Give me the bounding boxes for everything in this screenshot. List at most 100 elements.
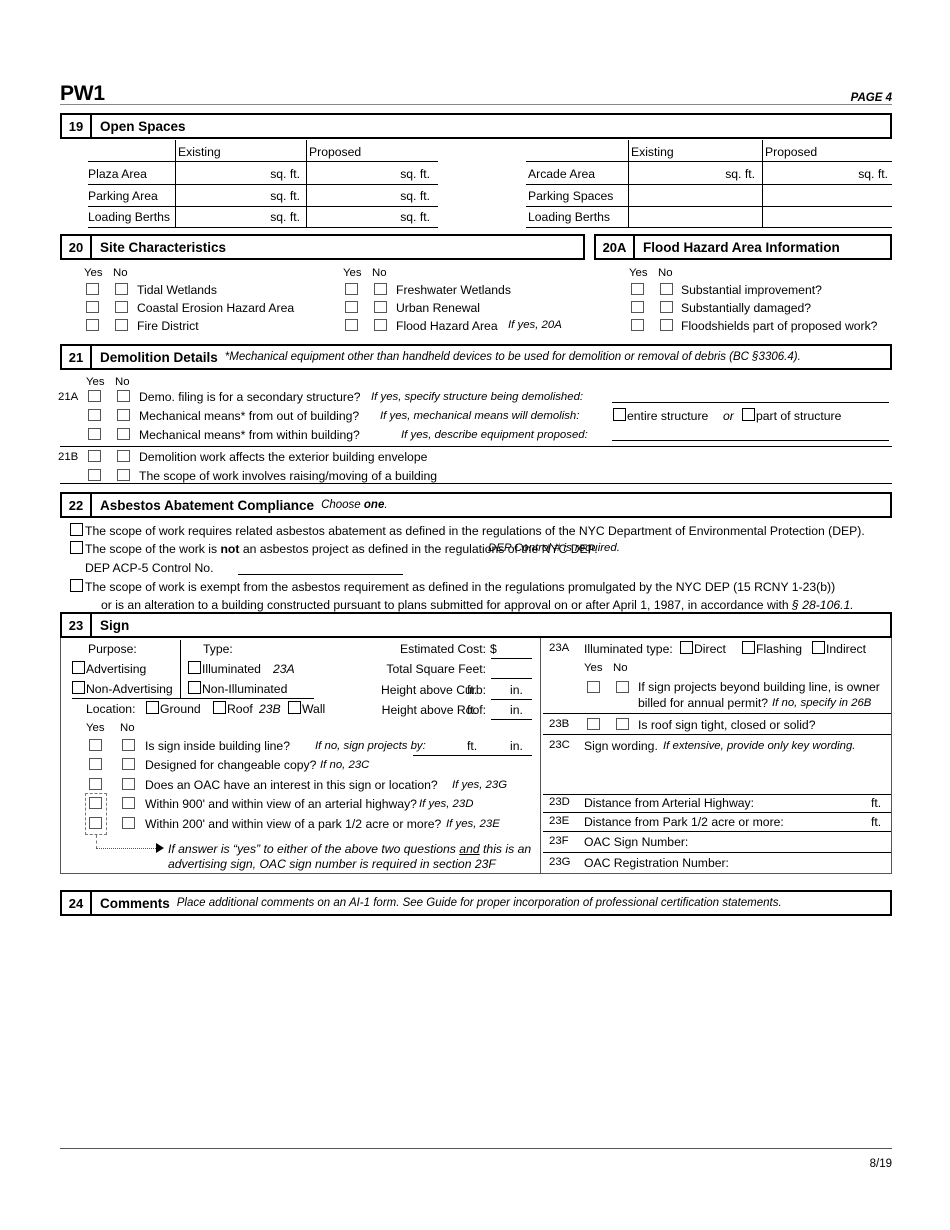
rule-23A-23B bbox=[543, 713, 891, 714]
checkbox-owner-billed-permit-no[interactable] bbox=[616, 681, 629, 693]
checkbox-mech-within-building-yes[interactable] bbox=[88, 428, 101, 440]
checkbox-changeable-copy-yes[interactable] bbox=[89, 758, 102, 770]
checkbox-purpose-advertising[interactable] bbox=[72, 661, 85, 674]
row-rule bbox=[88, 227, 438, 228]
label-21B: 21B bbox=[58, 451, 79, 463]
footer-rule bbox=[60, 1148, 892, 1149]
input-sign-wording[interactable] bbox=[543, 793, 891, 795]
checkbox-mech-within-building-no[interactable] bbox=[117, 428, 130, 440]
checkbox-not-asbestos-project[interactable] bbox=[70, 541, 83, 554]
checkbox-location-ground[interactable] bbox=[146, 701, 159, 714]
input-acp5-control-no[interactable] bbox=[238, 573, 403, 575]
note-mech-within-building: If yes, describe equipment proposed: bbox=[401, 429, 588, 441]
checkbox-tidal-wetlands-yes[interactable] bbox=[86, 283, 99, 295]
checkbox-within-200-park-no[interactable] bbox=[122, 817, 135, 829]
label-demolition-exterior-envelope: Demolition work affects the exterior bui… bbox=[139, 450, 428, 464]
checkbox-coastal-erosion-no[interactable] bbox=[115, 301, 128, 313]
row-label-plaza-area: Plaza Area bbox=[88, 167, 147, 181]
checkbox-demolition-exterior-envelope-yes[interactable] bbox=[88, 450, 101, 462]
label-direct: Direct bbox=[694, 642, 726, 656]
checkbox-floodshields-yes[interactable] bbox=[631, 319, 644, 331]
input-total-square-feet[interactable] bbox=[491, 677, 532, 679]
checkbox-substantial-improvement-no[interactable] bbox=[660, 283, 673, 295]
callout-connector-vertical bbox=[96, 835, 97, 849]
checkbox-urban-renewal-yes[interactable] bbox=[345, 301, 358, 313]
unit-berths-existing: sq. ft. bbox=[270, 210, 300, 224]
input-sign-projects-by[interactable] bbox=[413, 754, 532, 756]
header-rule bbox=[60, 104, 892, 105]
checkbox-substantially-damaged-yes[interactable] bbox=[631, 301, 644, 313]
checkbox-type-illuminated[interactable] bbox=[188, 661, 201, 674]
checkbox-oac-interest-yes[interactable] bbox=[89, 778, 102, 790]
rule-23E-23F bbox=[543, 831, 891, 832]
input-estimated-cost[interactable] bbox=[491, 657, 532, 659]
label-within-900-arterial: Within 900' and within view of an arteri… bbox=[145, 797, 417, 811]
label-within-200-park: Within 200' and within view of a park 1/… bbox=[145, 817, 442, 831]
checkbox-substantial-improvement-yes[interactable] bbox=[631, 283, 644, 295]
unit-parking-existing: sq. ft. bbox=[270, 189, 300, 203]
checkbox-purpose-non-advertising[interactable] bbox=[72, 681, 85, 694]
checkbox-demo-secondary-structure-no[interactable] bbox=[117, 390, 130, 402]
input-secondary-structure[interactable] bbox=[612, 401, 889, 403]
note-within-900-arterial: If yes, 23D bbox=[419, 798, 474, 810]
no-header-23: No bbox=[120, 722, 135, 734]
checkbox-floodshields-no[interactable] bbox=[660, 319, 673, 331]
label-ground: Ground bbox=[160, 702, 201, 716]
callout-line-1: If answer is “yes” to either of the abov… bbox=[168, 842, 532, 856]
label-oac-sign-number: OAC Sign Number: bbox=[584, 835, 689, 849]
checkbox-fire-district-yes[interactable] bbox=[86, 319, 99, 331]
checkbox-illuminated-flashing[interactable] bbox=[742, 641, 755, 654]
checkbox-entire-structure[interactable] bbox=[613, 408, 626, 421]
input-height-above-roof[interactable] bbox=[491, 718, 532, 720]
checkbox-demo-secondary-structure-yes[interactable] bbox=[88, 390, 101, 402]
unit-plaza-proposed: sq. ft. bbox=[400, 167, 430, 181]
checkbox-type-non-illuminated[interactable] bbox=[188, 681, 201, 694]
rule-21A-21B bbox=[60, 446, 892, 447]
checkbox-location-roof[interactable] bbox=[213, 701, 226, 714]
callout-arrow-icon bbox=[156, 843, 164, 853]
label-oac-interest: Does an OAC have an interest in this sig… bbox=[145, 778, 438, 792]
footer-revision: 8/19 bbox=[869, 1158, 892, 1170]
checkbox-changeable-copy-no[interactable] bbox=[122, 758, 135, 770]
checkbox-substantially-damaged-no[interactable] bbox=[660, 301, 673, 313]
checkbox-coastal-erosion-yes[interactable] bbox=[86, 301, 99, 313]
checkbox-illuminated-indirect[interactable] bbox=[812, 641, 825, 654]
checkbox-illuminated-direct[interactable] bbox=[680, 641, 693, 654]
checkbox-owner-billed-permit-yes[interactable] bbox=[587, 681, 600, 693]
label-23G-number: 23G bbox=[549, 856, 571, 868]
checkbox-flood-hazard-no[interactable] bbox=[374, 319, 387, 331]
checkbox-freshwater-wetlands-yes[interactable] bbox=[345, 283, 358, 295]
section-19-number: 19 bbox=[62, 115, 92, 137]
checkbox-raising-moving-building-no[interactable] bbox=[117, 469, 130, 481]
label-mech-within-building: Mechanical means* from within building? bbox=[139, 428, 360, 442]
row-rule bbox=[526, 184, 892, 185]
checkbox-raising-moving-building-yes[interactable] bbox=[88, 469, 101, 481]
unit-distance-park: ft. bbox=[871, 815, 882, 829]
checkbox-urban-renewal-no[interactable] bbox=[374, 301, 387, 313]
checkbox-within-900-arterial-no[interactable] bbox=[122, 797, 135, 809]
checkbox-mech-out-of-building-no[interactable] bbox=[117, 409, 130, 421]
checkbox-sign-inside-building-line-no[interactable] bbox=[122, 739, 135, 751]
note-mech-out-of-building: If yes, mechanical means will demolish: bbox=[380, 410, 580, 422]
checkbox-within-200-park-yes[interactable] bbox=[89, 817, 102, 829]
col-header-existing-left: Existing bbox=[178, 145, 221, 159]
checkbox-part-of-structure[interactable] bbox=[742, 408, 755, 421]
checkbox-tidal-wetlands-no[interactable] bbox=[115, 283, 128, 295]
checkbox-freshwater-wetlands-no[interactable] bbox=[374, 283, 387, 295]
checkbox-sign-inside-building-line-yes[interactable] bbox=[89, 739, 102, 751]
checkbox-asbestos-abatement-required[interactable] bbox=[70, 523, 83, 536]
section-23-number: 23 bbox=[62, 614, 92, 636]
checkbox-demolition-exterior-envelope-no[interactable] bbox=[117, 450, 130, 462]
checkbox-asbestos-exempt[interactable] bbox=[70, 579, 83, 592]
label-distance-arterial-highway: Distance from Arterial Highway: bbox=[584, 796, 755, 810]
checkbox-mech-out-of-building-yes[interactable] bbox=[88, 409, 101, 421]
checkbox-oac-interest-no[interactable] bbox=[122, 778, 135, 790]
checkbox-roof-sign-tight-yes[interactable] bbox=[587, 718, 600, 730]
label-21A: 21A bbox=[58, 391, 79, 403]
input-height-above-curb[interactable] bbox=[491, 698, 532, 700]
input-equipment-proposed[interactable] bbox=[612, 439, 889, 441]
checkbox-fire-district-no[interactable] bbox=[115, 319, 128, 331]
checkbox-roof-sign-tight-no[interactable] bbox=[616, 718, 629, 730]
checkbox-flood-hazard-yes[interactable] bbox=[345, 319, 358, 331]
checkbox-within-900-arterial-yes[interactable] bbox=[89, 797, 102, 809]
